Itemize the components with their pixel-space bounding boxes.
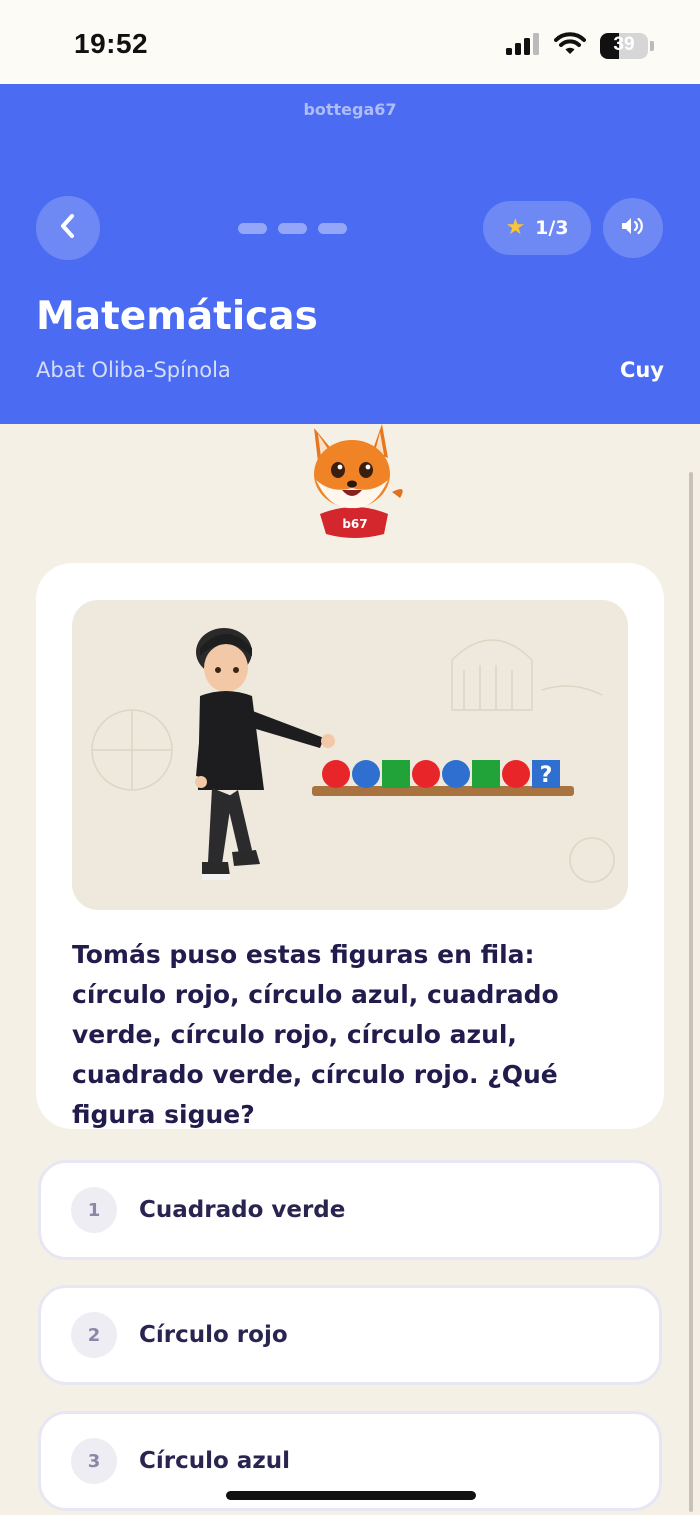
scrollbar[interactable] (689, 472, 693, 1512)
option-label: Cuadrado verde (139, 1197, 346, 1223)
boy-figure (195, 628, 335, 880)
shape-sequence: ? (322, 760, 560, 788)
battery-cap (650, 41, 654, 51)
quiz-header: bottega67 ★ 1/3 Matemáticas Abat Oliba-S… (0, 84, 700, 424)
option-number: 3 (71, 1438, 117, 1484)
signal-icon (506, 33, 540, 59)
question-mark: ? (540, 763, 553, 788)
score-badge: ★ 1/3 (483, 201, 591, 255)
school-name: Abat Oliba-Spínola (36, 358, 231, 382)
option-label: Círculo azul (139, 1448, 290, 1474)
mascot-badge: b67 (342, 517, 367, 531)
score-value: 1/3 (535, 217, 569, 239)
question-illustration: ? (72, 600, 628, 910)
wifi-icon (554, 32, 586, 60)
home-indicator[interactable] (226, 1491, 476, 1500)
back-button[interactable] (36, 196, 100, 260)
class-name: Cuy (619, 358, 664, 382)
option-number: 2 (71, 1312, 117, 1358)
square-shape (472, 760, 500, 788)
option-label: Círculo rojo (139, 1322, 288, 1348)
progress-step (278, 223, 307, 234)
subject-title: Matemáticas (36, 294, 318, 339)
circle-shape (412, 760, 440, 788)
answer-option-1[interactable]: 1 Cuadrado verde (38, 1160, 662, 1260)
progress-step (318, 223, 347, 234)
circle-shape (442, 760, 470, 788)
status-bar: 19:52 39 (0, 0, 700, 84)
progress-step (238, 223, 267, 234)
chevron-left-icon (57, 213, 79, 243)
square-shape (382, 760, 410, 788)
question-card: ? Tomás puso estas figuras en fila: círc… (36, 563, 664, 1129)
brand-logo: bottega67 (303, 100, 397, 119)
battery-percent: 39 (613, 34, 635, 55)
circle-shape (352, 760, 380, 788)
progress-indicator (238, 223, 347, 234)
question-text: Tomás puso estas figuras en fila: círcul… (72, 940, 559, 1129)
fox-mascot: b67 (300, 422, 410, 540)
circle-shape (502, 760, 530, 788)
option-number: 1 (71, 1187, 117, 1233)
status-time: 19:52 (74, 28, 149, 59)
status-icons: 39 (506, 32, 654, 60)
answer-option-2[interactable]: 2 Círculo rojo (38, 1285, 662, 1385)
speaker-icon (620, 215, 646, 241)
star-icon: ★ (505, 215, 526, 240)
battery-icon: 39 (600, 33, 648, 59)
sound-button[interactable] (603, 198, 663, 258)
circle-shape (322, 760, 350, 788)
